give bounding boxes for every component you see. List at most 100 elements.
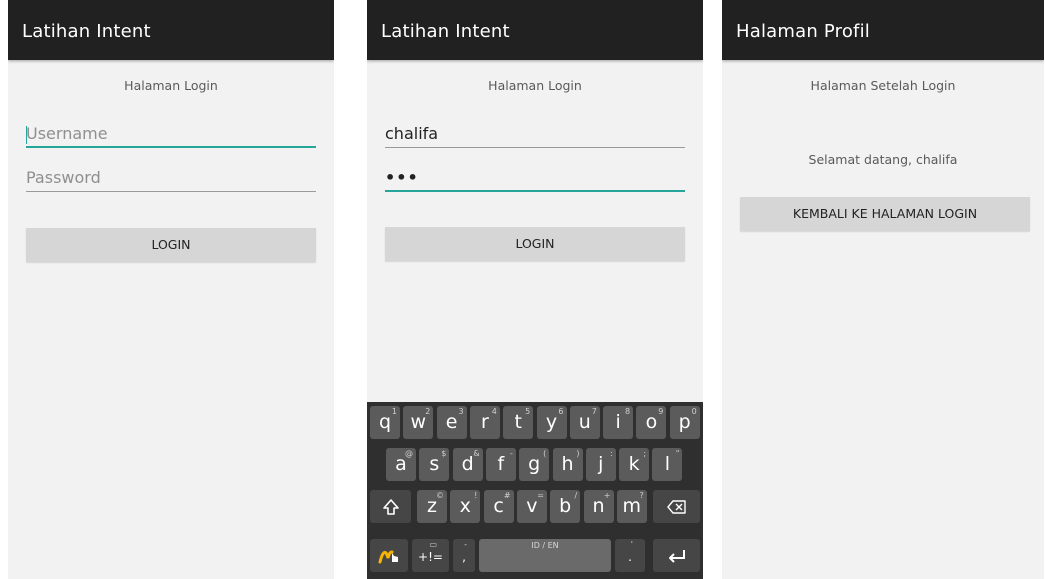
key-label: n bbox=[592, 495, 605, 517]
profile-screen: Halaman Profil Halaman Setelah Login Sel… bbox=[722, 0, 1044, 579]
key-hint: 7 bbox=[591, 407, 597, 416]
backspace-key[interactable] bbox=[653, 490, 700, 523]
password-field[interactable]: ••• bbox=[385, 166, 685, 192]
key-hint: ; bbox=[643, 449, 647, 458]
back-to-login-button[interactable]: KEMBALI KE HALAMAN LOGIN bbox=[740, 197, 1030, 231]
key-label: f bbox=[497, 453, 505, 475]
key-j[interactable]: :j bbox=[585, 448, 616, 481]
key-q[interactable]: 1q bbox=[370, 406, 400, 439]
key-r[interactable]: 4r bbox=[469, 406, 500, 439]
shift-key[interactable] bbox=[370, 490, 411, 523]
app-bar-title: Halaman Profil bbox=[736, 21, 870, 42]
key-hint: 3 bbox=[458, 407, 464, 416]
login-button-label: LOGIN bbox=[151, 237, 191, 252]
key-w[interactable]: 2w bbox=[403, 406, 434, 439]
period-key[interactable]: ' . bbox=[615, 539, 645, 572]
key-c[interactable]: # c bbox=[483, 490, 514, 523]
key-label: i bbox=[615, 411, 621, 433]
password-value: ••• bbox=[385, 168, 419, 187]
key-l[interactable]: " l bbox=[652, 448, 683, 481]
app-bar: Latihan Intent bbox=[367, 0, 703, 60]
key-label: y bbox=[545, 411, 558, 433]
key-d[interactable]: & d bbox=[452, 448, 483, 481]
key-o[interactable]: 9o bbox=[636, 406, 667, 439]
key-label: h bbox=[561, 453, 574, 475]
login-screen-empty: Latihan Intent Halaman Login Username Pa… bbox=[8, 0, 334, 579]
app-bar: Latihan Intent bbox=[8, 0, 334, 60]
key-y[interactable]: 6y bbox=[536, 406, 567, 439]
key-k[interactable]: ; k bbox=[619, 448, 650, 481]
backspace-icon bbox=[666, 495, 687, 517]
password-field[interactable]: Password bbox=[26, 166, 316, 192]
soft-keyboard: 1q2w3e4r5t6y7u8i9o0p @ a $ s & d - f(g) h: j; k " l bbox=[367, 402, 703, 579]
key-label: q bbox=[378, 411, 392, 433]
enter-key[interactable] bbox=[653, 539, 700, 572]
key-e[interactable]: 3e bbox=[436, 406, 467, 439]
key-hint: @ bbox=[405, 449, 413, 458]
swype-hand-icon bbox=[378, 544, 400, 566]
login-button[interactable]: LOGIN bbox=[26, 228, 316, 262]
key-g[interactable]: (g bbox=[519, 448, 550, 481]
symbols-key[interactable]: ▭ +!= bbox=[412, 539, 449, 572]
password-placeholder: Password bbox=[26, 168, 101, 187]
key-label: w bbox=[410, 411, 427, 433]
key-label: o bbox=[645, 411, 658, 433]
key-n[interactable]: + n bbox=[583, 490, 614, 523]
username-field[interactable]: Username bbox=[26, 122, 316, 148]
key-label: l bbox=[664, 453, 671, 475]
key-v[interactable]: = v bbox=[516, 490, 547, 523]
key-hint: " bbox=[675, 449, 680, 458]
key-z[interactable]: © z bbox=[417, 490, 447, 523]
key-a[interactable]: @ a bbox=[386, 448, 416, 481]
key-label: t bbox=[514, 411, 522, 433]
key-hint: 6 bbox=[558, 407, 564, 416]
key-label: d bbox=[461, 453, 474, 475]
key-hint: 5 bbox=[525, 407, 531, 416]
space-key[interactable]: ID / EN bbox=[479, 539, 611, 572]
username-field[interactable]: chalifa bbox=[385, 122, 685, 148]
key-hint: 8 bbox=[625, 407, 631, 416]
key-label: u bbox=[578, 411, 591, 433]
welcome-message: Selamat datang, chalifa bbox=[808, 152, 958, 167]
page-subtitle: Halaman Setelah Login bbox=[810, 78, 956, 93]
key-label: c bbox=[493, 495, 504, 517]
keyboard-row-3: © z! x # c = v / b + n? m bbox=[367, 490, 703, 528]
field-underline bbox=[385, 190, 685, 192]
key-hint: ! bbox=[474, 491, 478, 500]
enter-arrow-icon bbox=[667, 544, 687, 566]
keyboard-row-1: 1q2w3e4r5t6y7u8i9o0p bbox=[367, 406, 703, 444]
comma-key[interactable]: - , bbox=[453, 539, 475, 572]
key-label: j bbox=[598, 453, 604, 475]
key-f[interactable]: -f bbox=[485, 448, 516, 481]
login-screen-filled: Latihan Intent Halaman Login chalifa •••… bbox=[367, 0, 703, 579]
key-s[interactable]: $ s bbox=[419, 448, 450, 481]
swype-key[interactable] bbox=[370, 539, 408, 572]
key-hint: / bbox=[574, 491, 578, 500]
key-label: x bbox=[459, 495, 471, 517]
key-hint: 1 bbox=[391, 407, 397, 416]
key-label: s bbox=[429, 453, 440, 475]
key-hint: $ bbox=[441, 449, 447, 458]
shift-arrow-icon bbox=[382, 495, 400, 517]
key-u[interactable]: 7u bbox=[569, 406, 600, 439]
key-m[interactable]: ? m bbox=[616, 490, 647, 523]
key-x[interactable]: ! x bbox=[450, 490, 481, 523]
key-h[interactable]: ) h bbox=[552, 448, 583, 481]
key-hint: 9 bbox=[658, 407, 664, 416]
key-p[interactable]: 0p bbox=[669, 406, 700, 439]
keyboard-row-4: ▭ +!= - , ID / EN ' . bbox=[367, 539, 703, 577]
login-button[interactable]: LOGIN bbox=[385, 227, 685, 261]
key-t[interactable]: 5t bbox=[503, 406, 534, 439]
keyboard-row-2: @ a $ s & d - f(g) h: j; k " l bbox=[367, 448, 703, 486]
key-label: r bbox=[480, 411, 489, 433]
comma-key-hint: - bbox=[464, 540, 467, 549]
key-label: v bbox=[526, 495, 538, 517]
key-hint: 2 bbox=[425, 407, 431, 416]
key-b[interactable]: / b bbox=[550, 490, 581, 523]
symbols-key-hint: ▭ bbox=[429, 540, 437, 549]
key-label: p bbox=[678, 411, 691, 433]
key-i[interactable]: 8i bbox=[603, 406, 634, 439]
key-hint: - bbox=[510, 449, 513, 458]
key-hint: = bbox=[537, 491, 544, 500]
app-bar-title: Latihan Intent bbox=[381, 21, 510, 42]
